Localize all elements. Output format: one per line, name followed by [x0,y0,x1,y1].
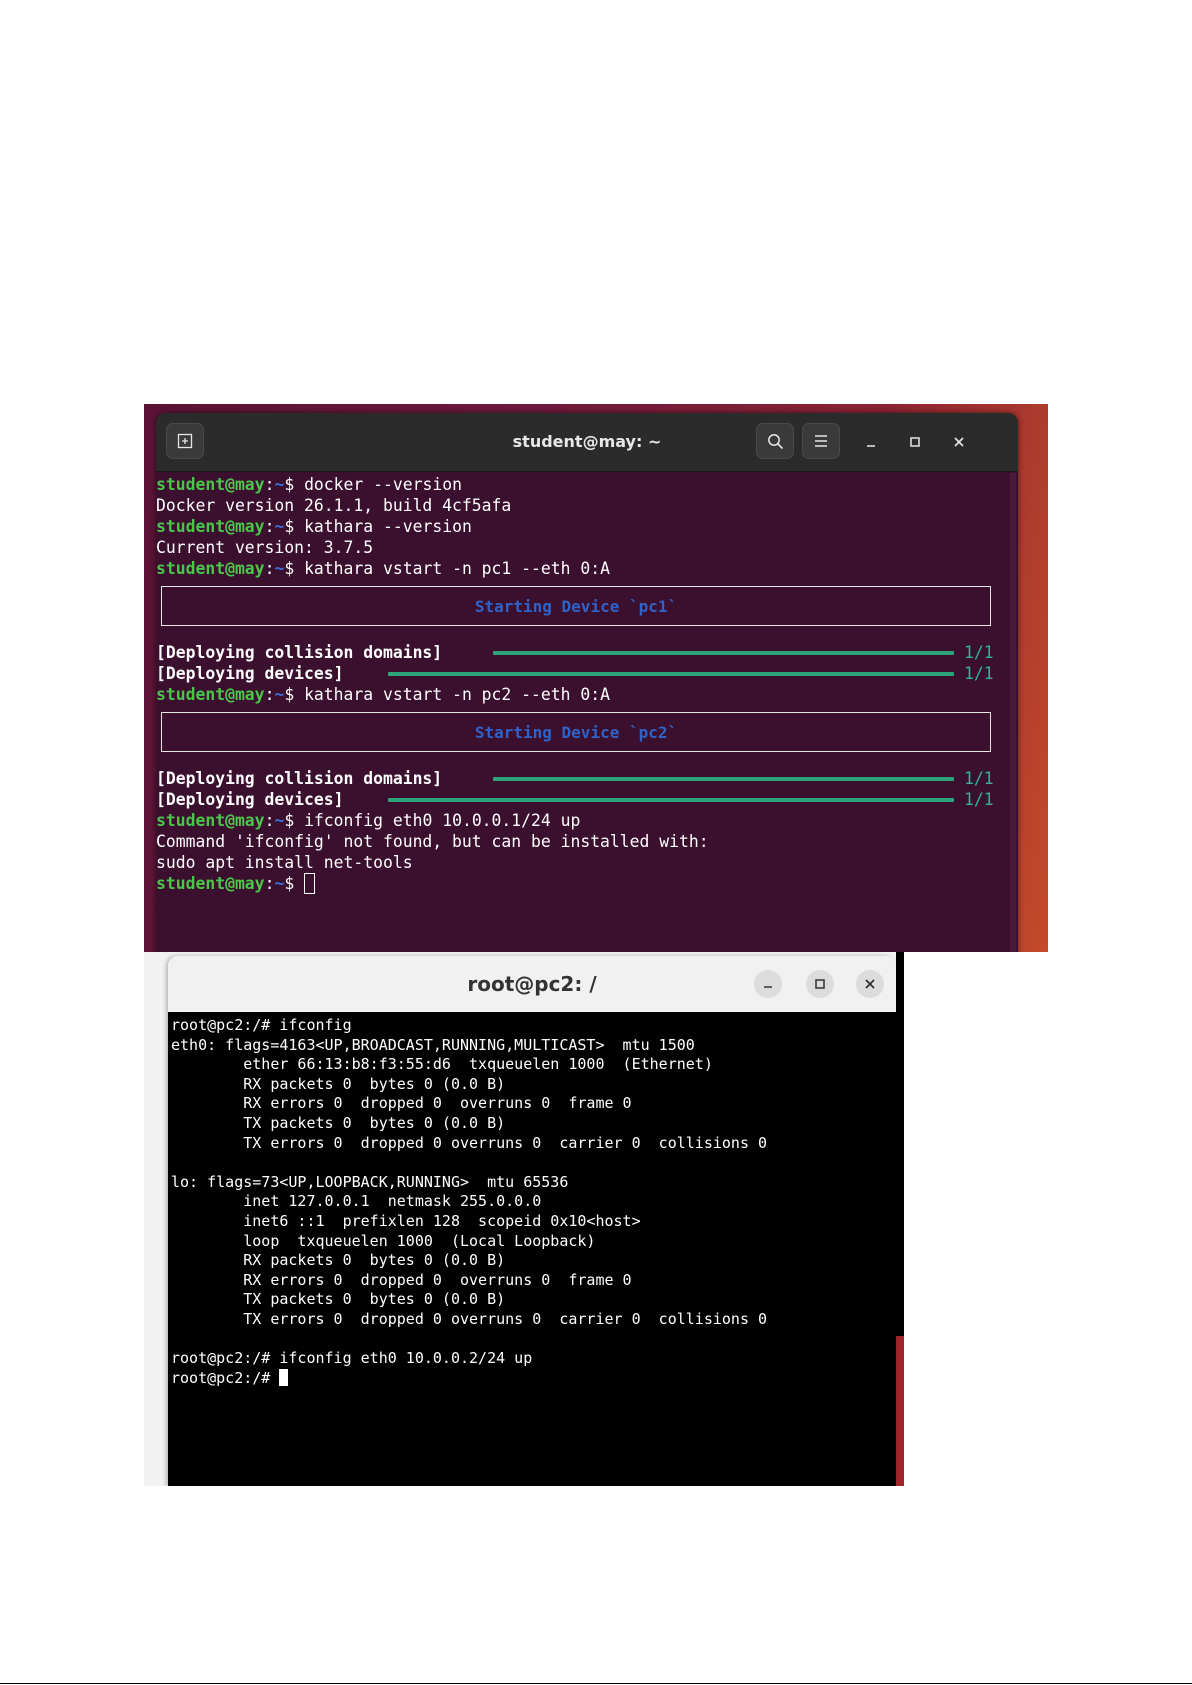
prompt-sign: $ [284,874,305,893]
close-icon[interactable] [856,970,884,998]
page-bottom-rule [0,1683,1192,1684]
command-text: docker --version [304,475,462,494]
terminal-line: ether 66:13:b8:f3:55:d6 txqueuelen 1000 … [171,1055,713,1073]
terminal-content[interactable]: student@may:~$ docker --version Docker v… [156,471,1018,952]
prompt-path: ~ [274,811,285,830]
terminal-title: student@may: ~ [512,432,662,451]
close-icon[interactable] [946,429,972,455]
output-line: Command 'ifconfig' not found, but can be… [156,832,709,851]
command-text: kathara vstart -n pc1 --eth 0:A [304,559,610,578]
text-cursor [304,873,316,894]
prompt-user: student@may [156,811,265,830]
terminal-titlebar[interactable]: student@may: ~ [156,413,1018,472]
command-line[interactable]: student@may:~$ [156,873,316,894]
terminal-line: inet6 ::1 prefixlen 128 scopeid 0x10<hos… [171,1212,641,1230]
terminal-line: lo: flags=73<UP,LOOPBACK,RUNNING> mtu 65… [171,1173,569,1191]
terminal-line: RX packets 0 bytes 0 (0.0 B) [171,1251,506,1269]
progress-count: 1/1 [964,790,994,809]
prompt-sep: : [264,559,275,578]
terminal-line: inet 127.0.0.1 netmask 255.0.0.0 [171,1192,542,1210]
prompt-sign: $ [284,811,305,830]
terminal-line: RX errors 0 dropped 0 overruns 0 frame 0 [171,1094,632,1112]
prompt-path: ~ [274,559,285,578]
terminal-scrollbar[interactable] [1010,473,1016,952]
prompt-user: student@may [156,475,265,494]
terminal-line: TX errors 0 dropped 0 overruns 0 carrier… [171,1134,768,1152]
progress-label: [Deploying devices] [156,790,344,809]
new-tab-icon[interactable] [166,423,204,459]
terminal-line: eth0: flags=4163<UP,BROADCAST,RUNNING,MU… [171,1036,695,1054]
prompt-sep: : [264,685,275,704]
terminal-line: root@pc2:/# ifconfig [171,1016,352,1034]
output-line: Docker version 26.1.1, build 4cf5afa [156,496,512,515]
starting-device-banner-pc1: Starting Device `pc1` [161,586,991,626]
ubuntu-desktop-screenshot: student@may: ~ student@may:~$ docker --v… [144,404,1048,952]
xterm-window: root@pc2: / root@pc2:/# ifconfig eth0: f… [168,956,896,1486]
progress-bar [388,672,954,676]
xterm-titlebar[interactable]: root@pc2: / [168,956,896,1013]
prompt-sep: : [264,811,275,830]
prompt-user: student@may [156,874,265,893]
terminal-line: TX packets 0 bytes 0 (0.0 B) [171,1114,506,1132]
prompt-user: student@may [156,517,265,536]
prompt-sign: $ [284,517,305,536]
terminal-line: TX errors 0 dropped 0 overruns 0 carrier… [171,1310,768,1328]
gnome-terminal-window: student@may: ~ student@may:~$ docker --v… [156,413,1018,952]
starting-device-banner-pc2: Starting Device `pc2` [161,712,991,752]
progress-count: 1/1 [964,769,994,788]
prompt-path: ~ [274,475,285,494]
prompt-user: student@may [156,559,265,578]
xterm-content[interactable]: root@pc2:/# ifconfig eth0: flags=4163<UP… [168,1012,896,1486]
command-line: student@may:~$ docker --version [156,474,462,495]
progress-count: 1/1 [964,643,994,662]
progress-bar [493,777,954,781]
prompt-user: student@may [156,685,265,704]
progress-label: [Deploying collision domains] [156,643,443,662]
command-text: kathara --version [304,517,472,536]
progress-label: [Deploying collision domains] [156,769,443,788]
text-cursor [279,1369,289,1386]
command-line: student@may:~$ kathara vstart -n pc2 --e… [156,684,610,705]
progress-bar [493,651,954,655]
command-text: ifconfig eth0 10.0.0.1/24 up [304,811,581,830]
prompt-path: ~ [274,874,285,893]
maximize-icon[interactable] [902,429,928,455]
terminal-line: loop txqueuelen 1000 (Local Loopback) [171,1232,596,1250]
xterm-screenshot: root@pc2: / root@pc2:/# ifconfig eth0: f… [144,952,904,1486]
prompt-path: ~ [274,517,285,536]
prompt-path: ~ [274,685,285,704]
command-line: student@may:~$ ifconfig eth0 10.0.0.1/24… [156,810,580,831]
background-edge [896,1336,904,1486]
progress-label: [Deploying devices] [156,664,344,683]
prompt-sign: $ [284,475,305,494]
command-line: student@may:~$ kathara vstart -n pc1 --e… [156,558,610,579]
hamburger-menu-icon[interactable] [802,423,840,459]
xterm-title: root@pc2: / [467,972,597,996]
terminal-prompt-line[interactable]: root@pc2:/# [171,1369,289,1389]
terminal-line: RX errors 0 dropped 0 overruns 0 frame 0 [171,1271,632,1289]
terminal-line: root@pc2:/# ifconfig eth0 10.0.0.2/24 up [171,1349,533,1367]
prompt-sep: : [264,874,275,893]
progress-count: 1/1 [964,664,994,683]
maximize-icon[interactable] [806,970,834,998]
command-text: kathara vstart -n pc2 --eth 0:A [304,685,610,704]
prompt-sep: : [264,475,275,494]
command-line: student@may:~$ kathara --version [156,516,472,537]
minimize-icon[interactable] [754,970,782,998]
prompt-text: root@pc2:/# [171,1369,280,1387]
terminal-line: TX packets 0 bytes 0 (0.0 B) [171,1290,506,1308]
output-line: sudo apt install net-tools [156,853,413,872]
minimize-icon[interactable] [858,429,884,455]
progress-bar [388,798,954,802]
terminal-line: RX packets 0 bytes 0 (0.0 B) [171,1075,506,1093]
search-icon[interactable] [756,423,794,459]
output-line: Current version: 3.7.5 [156,538,374,557]
prompt-sign: $ [284,685,305,704]
prompt-sep: : [264,517,275,536]
prompt-sign: $ [284,559,305,578]
